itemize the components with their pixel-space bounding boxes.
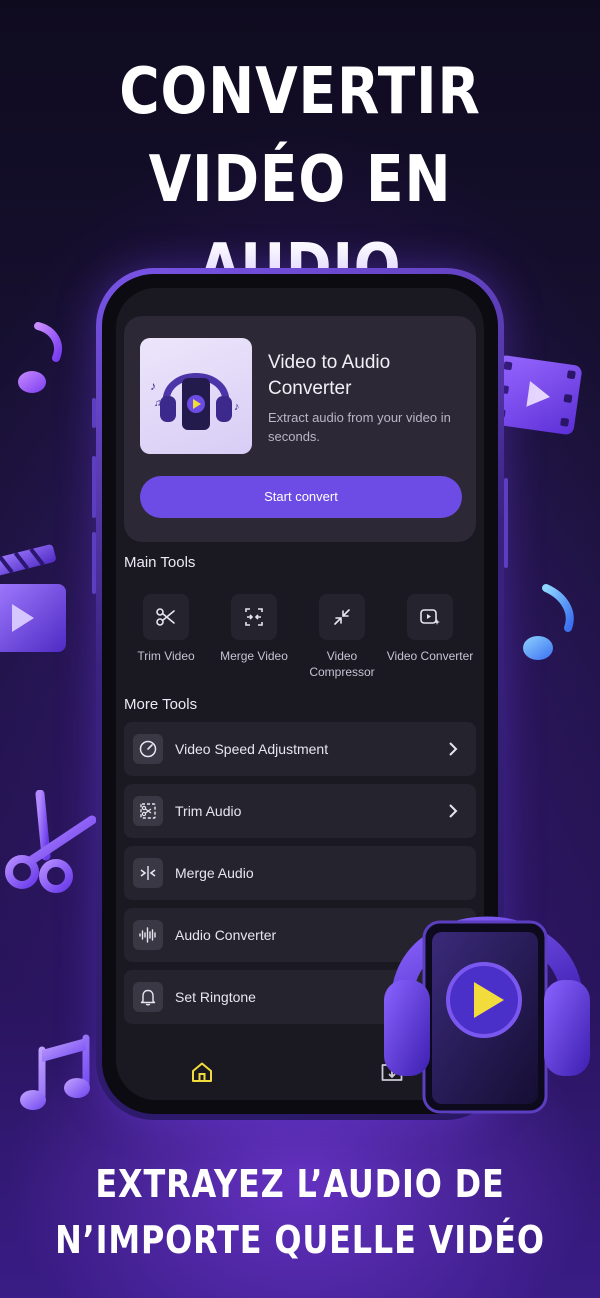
double-music-note-icon <box>20 1034 90 1110</box>
speedometer-icon <box>139 740 157 758</box>
headline-top-line-1: CONVERTIR <box>119 55 481 129</box>
row-trim-audio[interactable]: Trim Audio <box>124 784 476 838</box>
scissors-icon <box>156 608 175 626</box>
video-convert-icon <box>420 609 440 625</box>
home-icon[interactable] <box>190 1060 214 1084</box>
tool-label: Merge Video <box>220 649 288 663</box>
main-tools-title: Main Tools <box>124 554 196 571</box>
tool-label: Video Converter <box>386 649 474 663</box>
clapperboard-icon <box>0 544 66 652</box>
tool-merge-video[interactable]: Merge Video <box>210 594 298 664</box>
headline-bottom-line-2: N’IMPORTE QUELLE VIDÉO <box>55 1218 545 1262</box>
svg-text:♪: ♪ <box>150 379 156 393</box>
merge-icon <box>245 608 263 626</box>
music-note-blue-icon <box>523 584 574 660</box>
row-video-speed-adjustment[interactable]: Video Speed Adjustment <box>124 722 476 776</box>
phone-side-button <box>92 456 96 518</box>
phone-side-button <box>92 532 96 594</box>
svg-text:♫: ♫ <box>154 398 162 409</box>
tool-trim-video[interactable]: Trim Video <box>122 594 210 664</box>
row-label: Trim Audio <box>175 803 242 819</box>
hero-title: Video to Audio Converter <box>268 352 391 399</box>
more-tools-title: More Tools <box>124 696 198 713</box>
tool-video-converter[interactable]: Video Converter <box>386 594 474 664</box>
headphones-phone-illustration: ♪ ♫ ♪ <box>140 338 252 454</box>
tool-video-compressor[interactable]: Video Compressor <box>298 594 386 680</box>
music-note-icon <box>18 322 62 393</box>
row-label: Merge Audio <box>175 865 254 881</box>
compress-icon <box>334 609 350 625</box>
phone-side-button <box>504 478 508 568</box>
scissors-deco-icon <box>5 790 96 893</box>
chevron-right-icon <box>449 742 458 756</box>
row-label: Set Ringtone <box>175 989 256 1005</box>
row-label: Audio Converter <box>175 927 277 943</box>
hero-subtitle: Extract audio from your video in seconds… <box>268 410 451 444</box>
row-label: Video Speed Adjustment <box>175 741 329 757</box>
hero-card: ♪ ♫ ♪ Video to Audio Converter Extract a… <box>124 316 476 542</box>
bell-icon <box>140 989 156 1006</box>
tool-label: Video Compressor <box>309 649 375 679</box>
headline-bottom: EXTRAYEZ L’AUDIO DE N’IMPORTE QUELLE VID… <box>48 1156 552 1268</box>
headphones-phone-icon <box>384 916 590 1114</box>
phone-side-button <box>92 398 96 428</box>
tool-label: Trim Video <box>137 649 195 663</box>
start-convert-button[interactable]: Start convert <box>140 476 462 518</box>
waveform-icon <box>139 927 156 943</box>
headline-bottom-line-1: EXTRAYEZ L’AUDIO DE <box>95 1162 505 1206</box>
chevron-right-icon <box>449 804 458 818</box>
svg-text:♪: ♪ <box>234 401 240 413</box>
trim-audio-icon <box>140 803 156 819</box>
merge-audio-icon <box>140 866 156 880</box>
